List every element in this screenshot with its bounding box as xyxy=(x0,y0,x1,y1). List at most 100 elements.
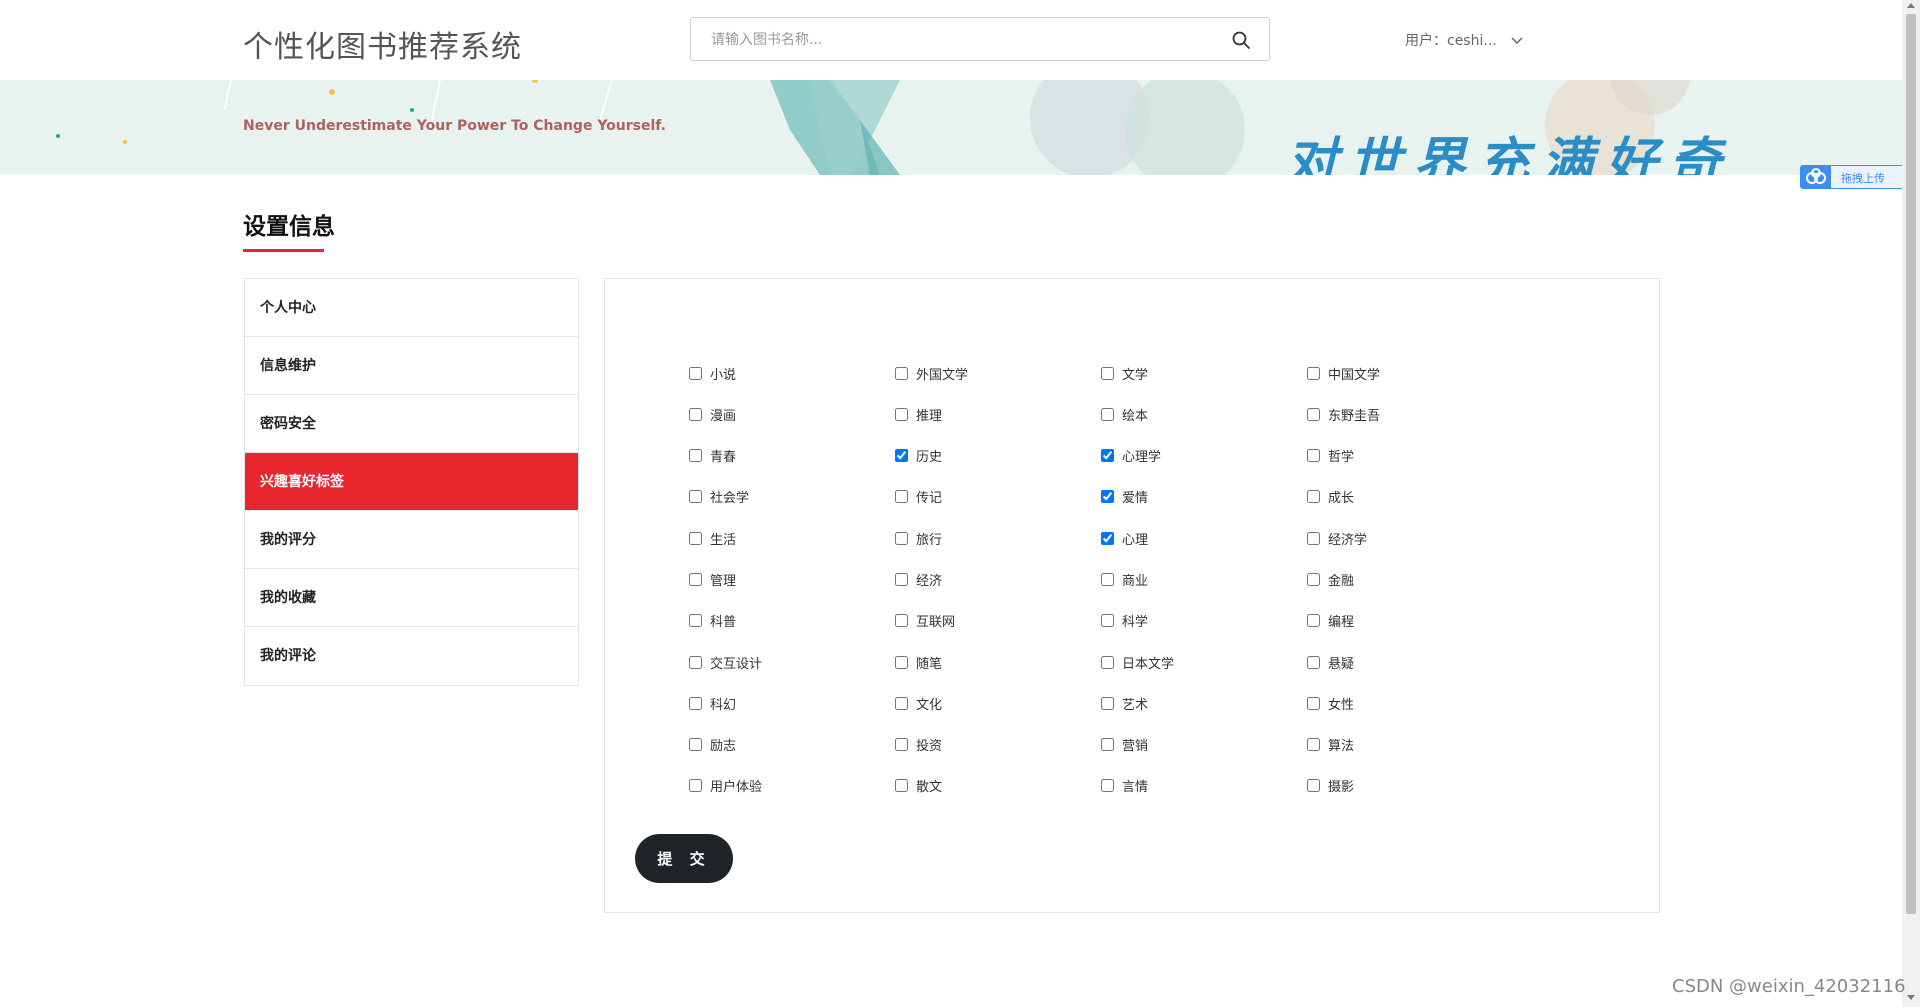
tag-option[interactable]: 绘本 xyxy=(1101,402,1307,426)
tag-option[interactable]: 悬疑 xyxy=(1307,650,1513,674)
tag-option[interactable]: 励志 xyxy=(689,733,895,757)
submit-button[interactable]: 提 交 xyxy=(635,834,733,883)
tag-option[interactable]: 小说 xyxy=(689,361,895,385)
tag-option[interactable]: 日本文学 xyxy=(1101,650,1307,674)
tag-checkbox[interactable] xyxy=(689,531,702,545)
tag-checkbox[interactable] xyxy=(1101,449,1114,463)
tag-checkbox[interactable] xyxy=(1307,572,1320,586)
tag-option[interactable]: 哲学 xyxy=(1307,444,1513,468)
tag-checkbox[interactable] xyxy=(895,779,908,793)
tag-checkbox[interactable] xyxy=(895,407,908,421)
tag-option[interactable]: 中国文学 xyxy=(1307,361,1513,385)
tag-option[interactable]: 推理 xyxy=(895,402,1101,426)
tag-option[interactable]: 生活 xyxy=(689,526,895,550)
tag-option[interactable]: 文学 xyxy=(1101,361,1307,385)
tag-checkbox[interactable] xyxy=(1101,614,1114,628)
sidebar-item[interactable]: 密码安全 xyxy=(245,395,578,453)
tag-option[interactable]: 互联网 xyxy=(895,609,1101,633)
tag-checkbox[interactable] xyxy=(1307,531,1320,545)
tag-option[interactable]: 旅行 xyxy=(895,526,1101,550)
drag-upload-button[interactable]: 拖拽上传 xyxy=(1800,165,1904,189)
tag-checkbox[interactable] xyxy=(1101,779,1114,793)
scroll-up-arrow-icon[interactable] xyxy=(1907,3,1915,8)
tag-option[interactable]: 随笔 xyxy=(895,650,1101,674)
tag-checkbox[interactable] xyxy=(1307,696,1320,710)
tag-checkbox[interactable] xyxy=(689,738,702,752)
sidebar-item[interactable]: 信息维护 xyxy=(245,337,578,395)
tag-checkbox[interactable] xyxy=(895,572,908,586)
tag-checkbox[interactable] xyxy=(895,531,908,545)
tag-checkbox[interactable] xyxy=(1307,490,1320,504)
tag-option[interactable]: 爱情 xyxy=(1101,485,1307,509)
tag-option[interactable]: 东野圭吾 xyxy=(1307,402,1513,426)
scroll-thumb[interactable] xyxy=(1906,14,1916,914)
tag-checkbox[interactable] xyxy=(1307,366,1320,380)
tag-option[interactable]: 漫画 xyxy=(689,402,895,426)
site-title[interactable]: 个性化图书推荐系统 xyxy=(243,22,522,66)
tag-option[interactable]: 编程 xyxy=(1307,609,1513,633)
sidebar-item[interactable]: 个人中心 xyxy=(245,279,578,337)
tag-checkbox[interactable] xyxy=(1101,407,1114,421)
tag-checkbox[interactable] xyxy=(1101,531,1114,545)
tag-checkbox[interactable] xyxy=(689,366,702,380)
tag-option[interactable]: 文化 xyxy=(895,691,1101,715)
tag-checkbox[interactable] xyxy=(689,655,702,669)
tag-checkbox[interactable] xyxy=(895,614,908,628)
tag-checkbox[interactable] xyxy=(689,572,702,586)
sidebar-item[interactable]: 我的评分 xyxy=(245,511,578,569)
user-menu[interactable]: 用户：ceshi... xyxy=(1405,30,1523,50)
tag-checkbox[interactable] xyxy=(1101,738,1114,752)
tag-option[interactable]: 商业 xyxy=(1101,567,1307,591)
tag-option[interactable]: 女性 xyxy=(1307,691,1513,715)
tag-checkbox[interactable] xyxy=(689,449,702,463)
tag-option[interactable]: 金融 xyxy=(1307,567,1513,591)
scroll-down-arrow-icon[interactable] xyxy=(1907,995,1915,1000)
tag-checkbox[interactable] xyxy=(1101,366,1114,380)
tag-checkbox[interactable] xyxy=(895,696,908,710)
tag-checkbox[interactable] xyxy=(895,449,908,463)
tag-option[interactable]: 言情 xyxy=(1101,774,1307,798)
tag-option[interactable]: 管理 xyxy=(689,567,895,591)
page-scrollbar[interactable] xyxy=(1902,0,1920,1007)
sidebar-item[interactable]: 我的收藏 xyxy=(245,569,578,627)
tag-checkbox[interactable] xyxy=(1307,779,1320,793)
tag-checkbox[interactable] xyxy=(689,407,702,421)
tag-option[interactable]: 投资 xyxy=(895,733,1101,757)
tag-option[interactable]: 散文 xyxy=(895,774,1101,798)
tag-option[interactable]: 心理学 xyxy=(1101,444,1307,468)
tag-option[interactable]: 成长 xyxy=(1307,485,1513,509)
tag-checkbox[interactable] xyxy=(689,696,702,710)
tag-checkbox[interactable] xyxy=(1307,449,1320,463)
tag-option[interactable]: 算法 xyxy=(1307,733,1513,757)
sidebar-item[interactable]: 兴趣喜好标签 xyxy=(245,453,578,511)
tag-checkbox[interactable] xyxy=(895,655,908,669)
tag-option[interactable]: 摄影 xyxy=(1307,774,1513,798)
tag-option[interactable]: 交互设计 xyxy=(689,650,895,674)
tag-checkbox[interactable] xyxy=(1101,490,1114,504)
tag-checkbox[interactable] xyxy=(689,490,702,504)
tag-option[interactable]: 科学 xyxy=(1101,609,1307,633)
tag-option[interactable]: 传记 xyxy=(895,485,1101,509)
tag-option[interactable]: 艺术 xyxy=(1101,691,1307,715)
tag-option[interactable]: 外国文学 xyxy=(895,361,1101,385)
tag-checkbox[interactable] xyxy=(689,779,702,793)
tag-option[interactable]: 经济 xyxy=(895,567,1101,591)
tag-option[interactable]: 青春 xyxy=(689,444,895,468)
tag-option[interactable]: 科普 xyxy=(689,609,895,633)
search-input[interactable] xyxy=(709,18,1213,62)
tag-option[interactable]: 心理 xyxy=(1101,526,1307,550)
tag-checkbox[interactable] xyxy=(1307,655,1320,669)
tag-checkbox[interactable] xyxy=(1101,572,1114,586)
tag-option[interactable]: 营销 xyxy=(1101,733,1307,757)
tag-checkbox[interactable] xyxy=(895,366,908,380)
sidebar-item[interactable]: 我的评论 xyxy=(245,627,578,685)
tag-checkbox[interactable] xyxy=(1307,738,1320,752)
tag-checkbox[interactable] xyxy=(1101,655,1114,669)
tag-checkbox[interactable] xyxy=(895,490,908,504)
tag-checkbox[interactable] xyxy=(1307,407,1320,421)
tag-checkbox[interactable] xyxy=(895,738,908,752)
tag-checkbox[interactable] xyxy=(1307,614,1320,628)
search-icon[interactable] xyxy=(1231,30,1251,50)
tag-option[interactable]: 社会学 xyxy=(689,485,895,509)
tag-option[interactable]: 科幻 xyxy=(689,691,895,715)
